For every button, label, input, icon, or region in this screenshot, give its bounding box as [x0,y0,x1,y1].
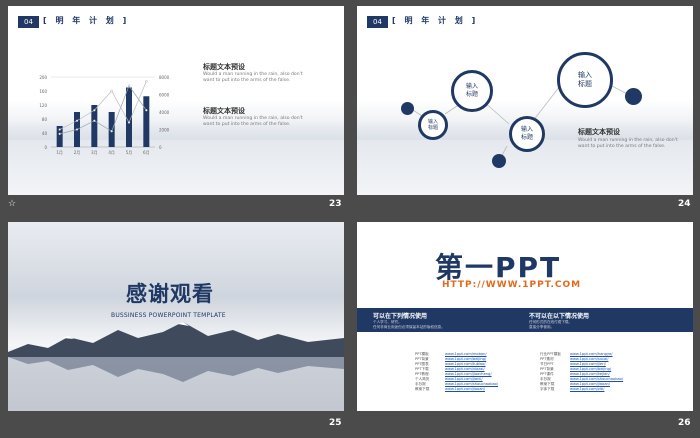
link-row: 教案下载 www.1ppt.com/jiaoan/ [415,387,498,392]
left-tick-label: 160 [39,89,47,94]
link-list-left: PPT模板 www.1ppt.com/moban/PPT背景 www.1ppt.co… [415,352,498,392]
right-tick-label: 8000 [159,75,170,80]
link-url[interactable]: www.1ppt.com/jieri/ [570,362,606,366]
allowed-item-2: 任何非商业用途但必须保留本站的版权信息。 [373,325,445,329]
circle-label-2: 输入 标题 [465,83,478,98]
site-url[interactable]: HTTP://WWW.1PPT.COM [442,280,581,290]
series-line [59,81,147,130]
left-tick-label: 80 [42,117,48,122]
link-url[interactable]: www.1ppt.com/beijing/ [570,367,611,371]
series-line [59,85,147,135]
link-url[interactable]: www.1ppt.com/jiaoan/ [570,382,610,386]
link-url[interactable]: www.1ppt.com/beijing/ [445,357,486,361]
link-url[interactable]: www.1ppt.com/xiazai/ [445,367,485,371]
link-list-right: 行业PPT模板 www.1ppt.com/hangye/PPT素材 www.1ppt… [540,352,623,392]
right-tick-label: 0 [159,145,162,150]
link-url[interactable]: www.1ppt.com/jiaocheng/ [445,372,492,376]
link-row: 字体下载 www.1ppt.com/ziti/ [540,387,623,392]
x-tick-label: 3月 [91,150,98,155]
slide-26[interactable]: 第一PPT HTTP://WWW.1PPT.COM 可以在下列情况使用 个人学习… [357,222,693,411]
section-badge: 04 [18,16,39,28]
bar-line-chart: 200 160 120 80 40 0 8000 6000 4000 2000 0 1月 2月 3月 4月 5… [39,75,170,155]
slide-23[interactable]: 04 [ 明 年 计 划 ] 200 160 120 80 40 0 8000 6000 400… [8,6,344,195]
series-point [127,121,131,124]
slide-25[interactable]: 感谢观看 BUSSINESS POWERPOINT TEMPLATE [8,222,344,411]
thanks-title: 感谢观看 [126,282,214,306]
x-tick-label: 5月 [126,150,133,155]
item-title: 标题文本预设 [578,128,620,136]
slide-24[interactable]: 04 [ 明 年 计 划 ] 输入 标题 输入 标题 输入 标题 输入 标题 标… [357,6,693,195]
circle-input-4[interactable]: 输入 标题 [557,52,613,108]
allowed-head: 可以在下列情况使用 [373,313,428,320]
series-point [145,109,148,112]
slide-number-25: 25 [329,418,342,428]
dot-large-right [625,88,642,105]
link-url[interactable]: www.1ppt.com/ziti/ [570,387,604,391]
x-tick-label: 1月 [56,150,63,155]
thanks-subtitle: BUSSINESS POWERPOINT TEMPLATE [111,312,226,319]
link-url[interactable]: www.1ppt.com/shouchaobao/ [570,377,623,381]
series-point [58,132,61,136]
link-url[interactable]: www.1ppt.com/shouchaobao/ [445,382,498,386]
circle-connectors [406,85,636,162]
series-point [58,128,61,131]
item-title-2: 标题文本预设 [203,107,245,115]
link-url[interactable]: www.1ppt.com/hangye/ [570,352,613,356]
link-url[interactable]: www.1ppt.com/jianli/ [445,377,483,381]
slide-number-26: 26 [678,418,691,428]
dot-small-left [401,102,414,115]
x-tick-label: 6月 [143,150,150,155]
x-tick-label: 4月 [108,150,115,155]
series-point [93,119,96,122]
item-body: Would a man running in the rain, also do… [578,138,678,149]
bar [143,96,150,147]
link-url[interactable]: www.1ppt.com/sucai/ [570,357,608,361]
disallowed-head: 不可以在以下情况使用 [529,313,590,320]
right-tick-label: 2000 [159,128,170,133]
series-point [75,128,79,131]
link-url[interactable]: www.1ppt.com/jiaoan/ [445,387,485,391]
series-point [145,80,148,83]
bar [108,112,115,147]
series-point [127,84,131,87]
item-title-1: 标题文本预设 [203,63,245,71]
right-tick-label: 6000 [159,93,170,98]
series-point [110,130,113,133]
disallowed-item-2: 直接分享使用。 [529,325,555,329]
slide-number-24: 24 [678,199,691,209]
item-body-2: Would a man running in the rain, also do… [203,116,303,127]
item-body-1: Would a man running in the rain, also do… [203,72,303,83]
usage-banner: 可以在下列情况使用 个人学习、研究。 任何非商业用途但必须保留本站的版权信息。 … [357,308,693,332]
series-point [75,119,79,122]
circle-label-1: 输入 标题 [427,119,438,131]
link-url[interactable]: www.1ppt.com/moban/ [445,352,487,356]
left-tick-label: 0 [44,145,47,150]
section-title: [ 明 年 计 划 ] [43,16,130,25]
link-url[interactable]: www.1ppt.com/kejian/ [570,372,610,376]
left-tick-label: 120 [39,103,47,108]
dot-bottom [492,154,506,168]
circle-label-4: 输入 标题 [578,71,592,88]
x-tick-label: 2月 [74,150,81,155]
circle-label-3: 输入 标题 [520,126,533,141]
star-icon: ☆ [8,199,17,209]
left-tick-label: 40 [42,131,48,136]
slide-number-23: 23 [329,199,342,209]
circle-input-3[interactable]: 输入 标题 [509,116,545,152]
left-tick-label: 200 [39,75,47,80]
series-point [93,109,96,112]
circle-input-2[interactable]: 输入 标题 [451,70,493,112]
link-url[interactable]: www.1ppt.com/tubiao/ [445,362,486,366]
right-tick-label: 4000 [159,110,170,115]
series-point [110,89,113,93]
link-label: 教案下载 [415,387,430,391]
link-label: 字体下载 [540,387,555,391]
circle-input-1[interactable]: 输入 标题 [418,110,448,140]
